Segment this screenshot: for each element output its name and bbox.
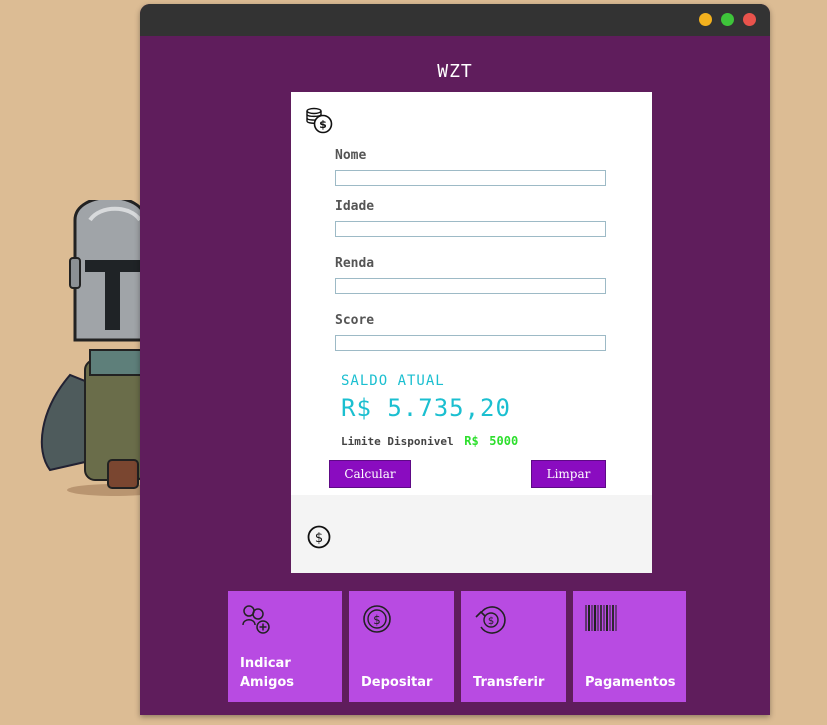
limit-label: Limite Disponivel [341,435,454,448]
transfer-coin-icon: $ [475,606,506,634]
close-button[interactable] [743,13,756,26]
limpar-button[interactable]: Limpar [531,460,606,488]
limit-value: 5000 [489,434,519,448]
depositar-tile[interactable]: $ Depositar [349,591,454,702]
indicar-amigos-label: Indicar Amigos [240,656,295,690]
renda-label: Renda [335,256,375,271]
minimize-button[interactable] [699,13,712,26]
pagamentos-label: Pagamentos [585,675,676,690]
mascot-illustration [40,200,145,496]
credit-form-card: $ Nome Idade Renda Score SALDO ATUAL R$ … [291,92,652,573]
indicar-amigos-tile[interactable]: Indicar Amigos [228,591,342,702]
idade-label: Idade [335,199,375,214]
coins-icon: $ [306,107,333,134]
limit-currency: R$ [464,434,479,448]
deposit-coin-icon: $ [363,605,391,633]
svg-text:$: $ [315,531,323,546]
barcode-icon [585,605,617,631]
transferir-label: Transferir [473,675,545,690]
pagamentos-tile[interactable]: Pagamentos [573,591,686,702]
app-window: WZT $ Nome Idade Renda Score SALDO ATUAL… [140,4,770,715]
card-footer: $ [291,495,652,573]
svg-text:$: $ [488,616,494,627]
saldo-label: SALDO ATUAL [341,373,445,389]
maximize-button[interactable] [721,13,734,26]
saldo-value: R$ 5.735,20 [341,394,511,422]
renda-input[interactable] [335,278,606,294]
svg-text:$: $ [373,613,381,627]
depositar-label: Depositar [361,675,433,690]
calcular-button[interactable]: Calcular [329,460,411,488]
title-bar [140,4,770,36]
idade-input[interactable] [335,221,606,237]
dollar-icon: $ [307,525,331,549]
add-friends-icon [242,605,270,634]
transferir-tile[interactable]: $ Transferir [461,591,566,702]
score-label: Score [335,313,375,328]
score-input[interactable] [335,335,606,351]
app-brand: WZT [437,61,473,82]
svg-text:$: $ [319,118,327,131]
limit-row: Limite Disponivel R$ 5000 [341,434,518,448]
nome-label: Nome [335,148,367,163]
nome-input[interactable] [335,170,606,186]
